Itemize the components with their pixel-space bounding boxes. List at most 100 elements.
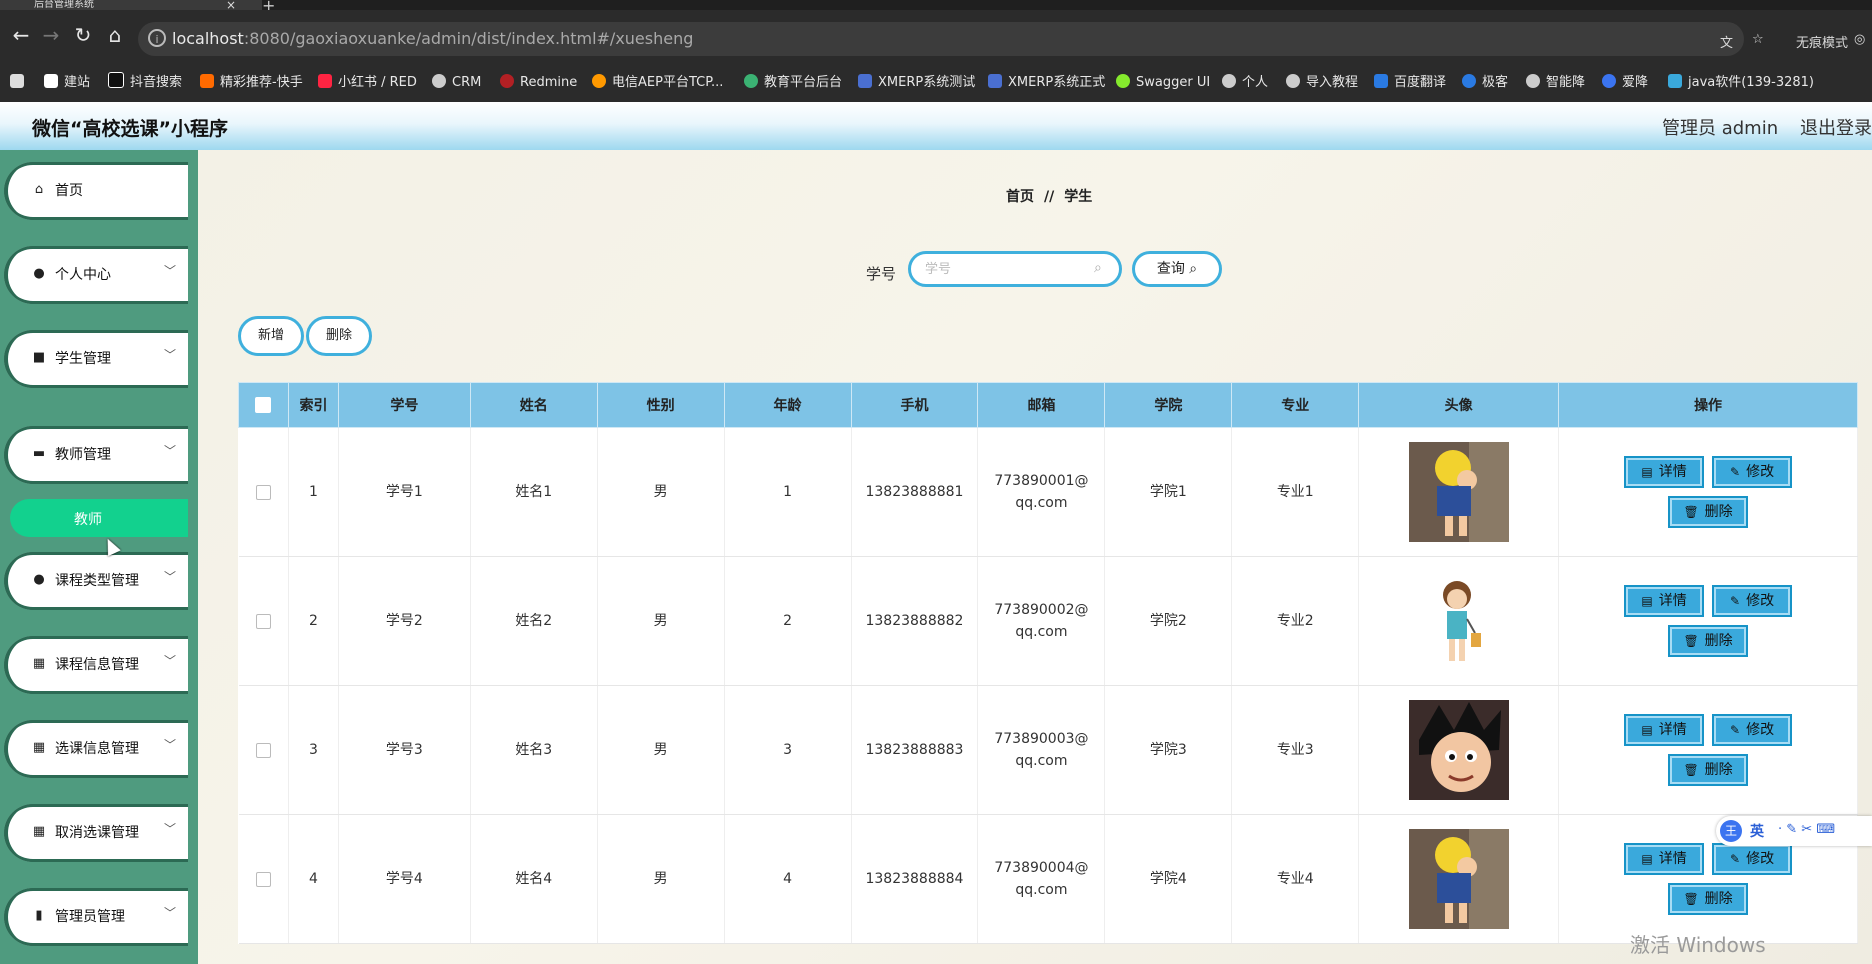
detail-button[interactable]: ▤ 详情 (1624, 714, 1705, 746)
bookmark-item[interactable]: java软件(139-3281) (1668, 72, 1814, 94)
bookmark-item[interactable]: 教育平台后台 (744, 72, 842, 94)
site-info-icon[interactable]: i (148, 29, 166, 47)
sidebar-item-label: 课程类型管理 (55, 573, 139, 589)
bookmark-star-icon[interactable]: ☆ (1752, 32, 1764, 47)
cell-email: 773890002@qq.com (977, 556, 1106, 686)
ime-language-toggle[interactable]: 英 (1750, 821, 1764, 841)
bookmark-item[interactable]: XMERP系统测试 (858, 72, 975, 94)
batch-delete-button[interactable]: 删除 (306, 316, 372, 356)
cell-age: 1 (724, 427, 852, 557)
edit-button[interactable]: ✎ 修改 (1712, 456, 1793, 488)
delete-button[interactable]: 🗑 删除 (1668, 883, 1749, 915)
detail-button[interactable]: ▤ 详情 (1624, 843, 1705, 875)
sidebar-item-course-types[interactable]: ● 课程类型管理 ﹀ (4, 552, 188, 610)
bookmark-item[interactable]: Redmine (500, 72, 577, 94)
bookmark-item[interactable]: 建站 (44, 72, 90, 94)
cell-xuehao: 学号3 (338, 685, 471, 815)
trash-icon: 🗑 (1683, 634, 1699, 648)
table-header-row: 索引 学号 姓名 性别 年龄 手机 邮箱 学院 专业 头像 操作 (238, 382, 1858, 428)
add-button[interactable]: 新增 (238, 316, 304, 356)
edit-button[interactable]: ✎ 修改 (1712, 843, 1793, 875)
sidebar-item-students[interactable]: ■ 学生管理 ﹀ (4, 330, 188, 388)
row-checkbox[interactable] (255, 871, 271, 887)
bookmark-apps-icon[interactable] (10, 72, 30, 94)
sidebar-subitem-teacher[interactable]: 教师 (10, 499, 188, 537)
bookmark-item[interactable]: 极客 (1462, 72, 1508, 94)
logout-link[interactable]: 退出登录 (1800, 114, 1872, 140)
sidebar-item-admins[interactable]: ▮ 管理员管理 ﹀ (4, 888, 188, 946)
url-text[interactable]: localhost:8080/gaoxiaoxuanke/admin/dist/… (172, 27, 693, 51)
search-label: 学号 (866, 265, 897, 283)
column-header: 姓名 (469, 382, 598, 428)
current-user: 管理员 admin (1662, 118, 1779, 139)
sidebar-item-home[interactable]: ⌂ 首页 (4, 162, 188, 220)
column-header: 手机 (850, 382, 979, 428)
bookmark-item[interactable]: 爱降 (1602, 72, 1648, 94)
select-all-cell[interactable] (238, 382, 289, 428)
bookmark-item[interactable]: XMERP系统正式 (988, 72, 1105, 94)
bookmark-item[interactable]: 电信AEP平台TCP... (592, 72, 723, 94)
cell-gender: 男 (597, 685, 725, 815)
document-icon: ▤ (1641, 852, 1653, 866)
avatar[interactable] (1408, 442, 1509, 542)
chevron-down-icon: ﹀ (164, 348, 177, 362)
cell-email: 773890003@qq.com (977, 685, 1106, 815)
edit-button[interactable]: ✎ 修改 (1712, 714, 1793, 746)
select-all-checkbox[interactable] (255, 397, 272, 413)
sidebar-item-course-selection[interactable]: ▦ 选课信息管理 ﹀ (4, 720, 188, 778)
browser-toolbar: ← → ↻ ⌂ i localhost:8080/gaoxiaoxuanke/a… (0, 10, 1872, 64)
column-header: 邮箱 (977, 382, 1106, 428)
ime-toolbar[interactable]: 王 英 · ✎ ✂ ⌨ (1716, 816, 1872, 846)
avatar[interactable] (1408, 700, 1509, 800)
cell-major: 专业2 (1231, 556, 1360, 686)
grid-icon: ▦ (32, 740, 46, 755)
bookmark-item[interactable]: 导入教程 (1286, 72, 1358, 94)
bookmark-item[interactable]: 百度翻译 (1374, 72, 1446, 94)
sidebar-item-label: 学生管理 (55, 351, 111, 367)
ime-logo-icon[interactable]: 王 (1720, 820, 1742, 842)
bookmark-item[interactable]: 精彩推荐-快手 (200, 72, 303, 94)
sidebar-item-course-info[interactable]: ▦ 课程信息管理 ﹀ (4, 636, 188, 694)
bookmark-item[interactable]: 小红书 / RED (318, 72, 417, 94)
delete-button[interactable]: 🗑 删除 (1668, 625, 1749, 657)
bookmark-item[interactable]: CRM (432, 72, 481, 94)
row-checkbox[interactable] (255, 613, 271, 629)
row-checkbox[interactable] (255, 742, 271, 758)
bookmark-item[interactable]: 智能降 (1526, 72, 1585, 94)
reload-icon[interactable]: ↻ (68, 20, 98, 50)
translate-icon[interactable]: 文 (1720, 32, 1733, 51)
detail-button[interactable]: ▤ 详情 (1624, 585, 1705, 617)
sidebar-item-teachers[interactable]: ▬ 教师管理 ﹀ (4, 426, 188, 484)
bookmark-item[interactable]: 抖音搜索 (108, 72, 182, 94)
cell-xuehao: 学号4 (338, 814, 471, 944)
chevron-down-icon: ﹀ (164, 570, 177, 584)
briefcase-icon: ■ (32, 350, 46, 365)
row-checkbox[interactable] (255, 484, 271, 500)
delete-button[interactable]: 🗑 删除 (1668, 496, 1749, 528)
back-icon[interactable]: ← (6, 20, 36, 50)
sidebar-item-cancel-selection[interactable]: ▦ 取消选课管理 ﹀ (4, 804, 188, 862)
cell-actions: ▤ 详情 ✎ 修改 🗑 删除 (1558, 685, 1858, 815)
cell-major: 专业4 (1231, 814, 1360, 944)
delete-button[interactable]: 🗑 删除 (1668, 754, 1749, 786)
edit-button[interactable]: ✎ 修改 (1712, 585, 1793, 617)
avatar[interactable] (1408, 829, 1509, 929)
query-button[interactable]: 查询 ⌕ (1132, 251, 1222, 287)
home-page-icon[interactable]: ⌂ (100, 20, 130, 50)
avatar[interactable] (1408, 571, 1509, 671)
query-button-label: 查询 (1156, 261, 1185, 277)
trash-icon: 🗑 (1683, 763, 1699, 777)
bookmark-item[interactable]: Swagger UI (1116, 72, 1210, 94)
cell-college: 学院4 (1104, 814, 1233, 944)
cell-name: 姓名3 (470, 685, 598, 815)
sidebar-item-profile[interactable]: ● 个人中心 ﹀ (4, 246, 188, 304)
ime-tools-icon[interactable]: · ✎ ✂ ⌨ (1778, 822, 1835, 837)
browser-tab[interactable]: 后台管理系统 (0, 0, 262, 10)
detail-button[interactable]: ▤ 详情 (1624, 456, 1705, 488)
forward-icon[interactable]: → (36, 20, 66, 50)
search-input[interactable] (908, 251, 1122, 287)
breadcrumb-home[interactable]: 首页 (1006, 189, 1034, 205)
incognito-icon[interactable]: ◎ (1854, 32, 1865, 47)
cell-email: 773890001@qq.com (977, 427, 1106, 557)
bookmark-item[interactable]: 个人 (1222, 72, 1268, 94)
